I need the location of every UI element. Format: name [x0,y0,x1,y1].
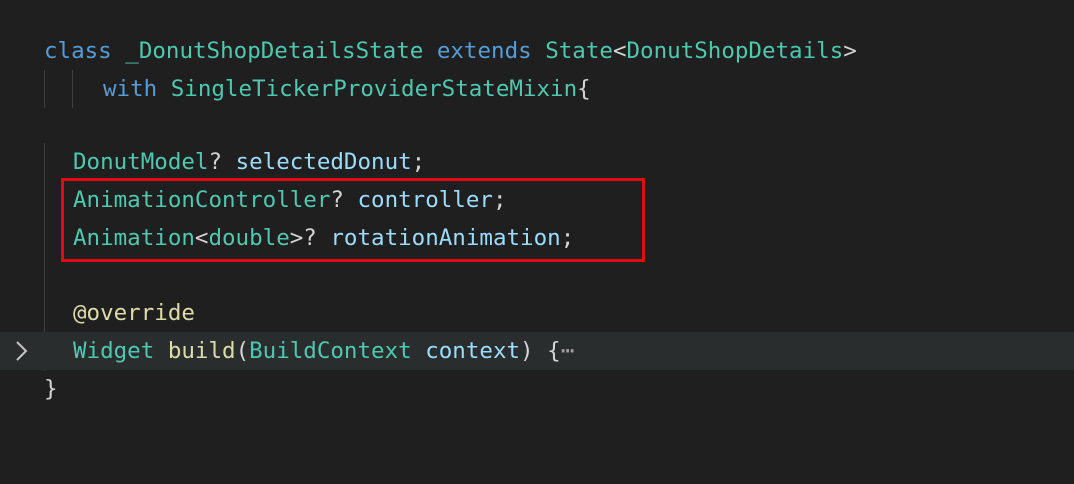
highlight-box [61,178,645,262]
mixin-name: SingleTickerProviderStateMixin [170,76,578,102]
code-line-9-text: Widget build(BuildContext context) {⋯ [73,332,574,370]
type-argument: DonutShopDetails [626,38,844,64]
annotation: @override [73,300,195,326]
close-brace: } [44,376,58,402]
angle-close: > [843,38,857,64]
semicolon: ; [411,149,426,175]
chevron-right-icon-graphic [16,341,28,361]
open-brace: { [547,338,561,364]
code-line-8[interactable]: @override [0,294,1074,332]
keyword-class: class [44,38,112,64]
code-line-4-text: DonutModel? selectedDonut; [73,143,425,181]
paren-open: ( [235,338,250,364]
code-line-10[interactable]: } [0,370,1074,408]
code-line-9[interactable]: Widget build(BuildContext context) {⋯ [0,332,1074,370]
param-name: context [425,338,521,364]
class-name: _DonutShopDetailsState [125,38,424,64]
chevron-right-icon[interactable] [12,338,32,364]
code-line-2-text: with SingleTickerProviderStateMixin{ [103,70,591,108]
folded-region-ellipsis[interactable]: ⋯ [561,338,575,364]
method-name: build [167,338,236,364]
code-editor[interactable]: class _DonutShopDetailsState extends Sta… [0,0,1074,436]
code-line-8-text: @override [73,294,195,332]
code-line-10-text: } [44,370,58,408]
keyword-with: with [103,76,158,102]
code-line-1-text: class _DonutShopDetailsState extends Sta… [44,32,857,70]
code-line-4[interactable]: DonutModel? selectedDonut; [0,143,1074,181]
keyword-extends: extends [436,38,532,64]
nullable-mark: ? [208,149,223,175]
code-line-2[interactable]: with SingleTickerProviderStateMixin{ [0,70,1074,108]
angle-open: < [612,38,627,64]
return-type: Widget [73,338,155,364]
base-type: State [545,38,613,64]
field-type: DonutModel [73,149,209,175]
field-name: selectedDonut [235,149,412,175]
open-brace: { [577,76,591,102]
code-line-1[interactable]: class _DonutShopDetailsState extends Sta… [0,32,1074,70]
paren-close: ) [520,338,534,364]
param-type: BuildContext [249,338,412,364]
